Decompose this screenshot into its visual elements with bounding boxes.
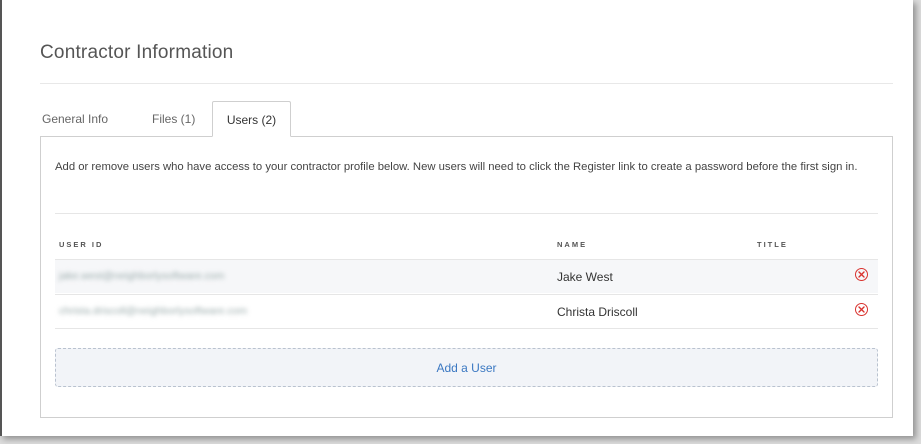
tab-files[interactable]: Files (1): [152, 101, 212, 137]
description-divider: [55, 213, 878, 214]
column-header-user-id: USER ID: [59, 240, 104, 249]
remove-user-icon[interactable]: [855, 303, 868, 316]
user-email: christa.driscoll@neighborlysoftware.com: [59, 305, 248, 317]
remove-user-icon[interactable]: [855, 268, 868, 281]
users-description: Add or remove users who have access to y…: [55, 161, 858, 173]
table-row: christa.driscoll@neighborlysoftware.com …: [55, 294, 878, 328]
user-email: jake.west@neighborlysoftware.com: [59, 270, 225, 282]
column-header-name: NAME: [557, 240, 588, 249]
title-divider: [40, 83, 893, 84]
column-header-title: TITLE: [757, 240, 788, 249]
user-name: Jake West: [557, 270, 613, 284]
page-title: Contractor Information: [40, 42, 234, 63]
users-panel: Add or remove users who have access to y…: [40, 136, 893, 418]
user-name: Christa Driscoll: [557, 305, 638, 319]
tab-general-info[interactable]: General Info: [42, 101, 132, 137]
table-row: jake.west@neighborlysoftware.com Jake We…: [55, 259, 878, 293]
tab-users[interactable]: Users (2): [212, 101, 291, 137]
contractor-window: Contractor Information General Info File…: [0, 0, 913, 436]
table-divider: [55, 328, 878, 329]
add-user-button[interactable]: Add a User: [55, 348, 878, 387]
